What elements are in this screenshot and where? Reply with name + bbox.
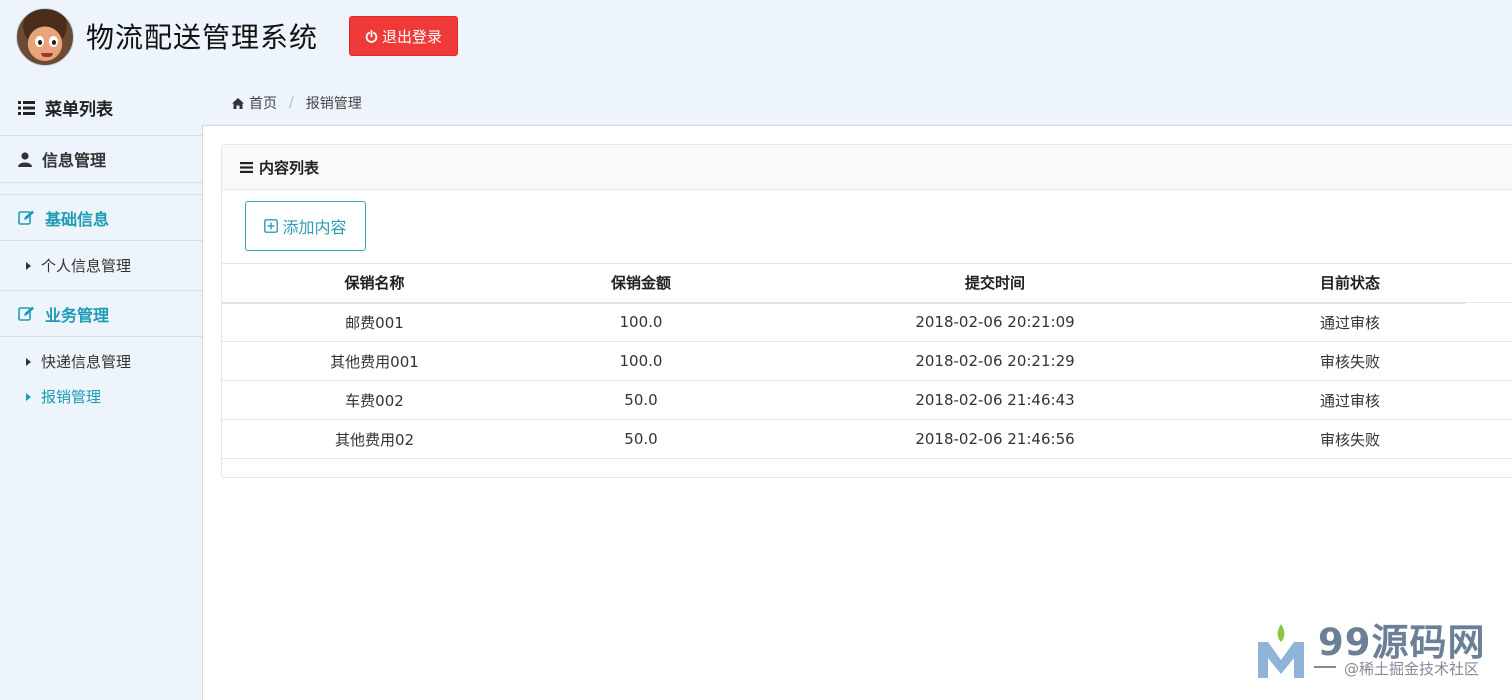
- sidebar-sub-label: 报销管理: [41, 388, 102, 406]
- user-icon: [18, 151, 32, 167]
- app-title: 物流配送管理系统: [86, 21, 319, 54]
- breadcrumb: 首页 / 报销管理: [232, 93, 362, 113]
- cell-status: 审核失败: [1235, 419, 1465, 459]
- panel-header: 内容列表: [222, 145, 1512, 190]
- sidebar-section-label: 基础信息: [45, 209, 110, 229]
- cell-spacer: [1465, 419, 1512, 459]
- column-header-time: 提交时间: [755, 263, 1235, 304]
- cell-status: 通过审核: [1235, 302, 1465, 342]
- sidebar-item-personal-info[interactable]: 个人信息管理: [0, 248, 202, 283]
- column-header-spacer: [1465, 263, 1512, 303]
- cell-amount: 50.0: [527, 419, 755, 459]
- sidebar-item-label: 信息管理: [42, 151, 107, 170]
- sidebar-sub-label: 快递信息管理: [41, 353, 132, 371]
- logout-label: 退出登录: [381, 27, 442, 46]
- business-submenu: 快递信息管理 报销管理: [0, 337, 202, 421]
- reimbursement-table: 保销名称 保销金额 提交时间 目前状态 邮费001 100.0 2018-02-…: [222, 263, 1512, 459]
- bars-icon: [240, 161, 253, 173]
- plus-square-icon: [264, 219, 279, 233]
- caret-right-icon: [26, 261, 31, 270]
- cell-time: 2018-02-06 20:21:29: [755, 341, 1235, 381]
- watermark-line: [1314, 666, 1336, 668]
- breadcrumb-home[interactable]: 首页: [249, 93, 277, 113]
- cell-time: 2018-02-06 21:46:43: [755, 380, 1235, 420]
- sidebar-section-basic-info[interactable]: 基础信息: [0, 195, 202, 241]
- watermark-logo-icon: [1258, 624, 1304, 678]
- cell-spacer: [1465, 341, 1512, 381]
- cell-spacer: [1465, 380, 1512, 420]
- sidebar-item-info-mgmt[interactable]: 信息管理: [0, 136, 202, 183]
- edit-icon: [18, 210, 34, 225]
- cell-name: 其他费用001: [222, 341, 527, 381]
- table-header-row: 保销名称 保销金额 提交时间 目前状态: [222, 263, 1512, 304]
- breadcrumb-current: 报销管理: [305, 96, 362, 112]
- cell-name: 车费002: [222, 380, 527, 420]
- cell-amount: 100.0: [527, 341, 755, 381]
- column-header-amount: 保销金额: [527, 263, 755, 304]
- logout-button[interactable]: 退出登录: [349, 16, 458, 56]
- cell-amount: 100.0: [527, 302, 755, 342]
- table-row: 邮费001 100.0 2018-02-06 20:21:09 通过审核: [222, 302, 1512, 342]
- sidebar-heading: 菜单列表: [0, 80, 202, 136]
- list-icon: [18, 100, 35, 115]
- column-header-name: 保销名称: [222, 263, 527, 304]
- sidebar-section-label: 业务管理: [45, 305, 110, 325]
- add-content-label: 添加内容: [282, 220, 347, 237]
- cell-amount: 50.0: [527, 380, 755, 420]
- table-row: 其他费用02 50.0 2018-02-06 21:46:56 审核失败: [222, 419, 1512, 459]
- breadcrumb-separator: /: [289, 95, 294, 111]
- cell-name: 邮费001: [222, 302, 527, 342]
- power-icon: [365, 29, 378, 43]
- sidebar: 菜单列表 信息管理 基础信息 个人信息管理 业务管理 快递信息管理 报销管理: [0, 80, 202, 700]
- cell-status: 审核失败: [1235, 341, 1465, 381]
- table-row: 车费002 50.0 2018-02-06 21:46:43 通过审核: [222, 380, 1512, 420]
- basic-info-submenu: 个人信息管理: [0, 241, 202, 291]
- watermark-subtext: @稀土掘金技术社区: [1344, 660, 1480, 678]
- caret-right-icon: [26, 392, 31, 401]
- panel-title: 内容列表: [259, 158, 320, 177]
- edit-icon: [18, 306, 34, 321]
- sidebar-sub-label: 个人信息管理: [41, 257, 132, 275]
- top-header: 物流配送管理系统 退出登录: [0, 0, 1512, 78]
- sidebar-heading-label: 菜单列表: [45, 100, 113, 120]
- content-panel: 内容列表 添加内容 保销名称 保销金额 提交时间 目前状态 邮费001 100.…: [221, 144, 1512, 478]
- cell-time: 2018-02-06 21:46:56: [755, 419, 1235, 459]
- caret-right-icon: [26, 357, 31, 366]
- cell-name: 其他费用02: [222, 419, 527, 459]
- add-content-button[interactable]: 添加内容: [245, 201, 366, 251]
- sidebar-section-business[interactable]: 业务管理: [0, 291, 202, 337]
- column-header-status: 目前状态: [1235, 263, 1465, 304]
- sidebar-item-reimbursement[interactable]: 报销管理: [0, 379, 202, 414]
- table-row: 其他费用001 100.0 2018-02-06 20:21:29 审核失败: [222, 341, 1512, 381]
- sidebar-divider: [0, 183, 202, 195]
- watermark: 99源码网 @稀土掘金技术社区: [1256, 608, 1506, 688]
- sidebar-item-express-info[interactable]: 快递信息管理: [0, 344, 202, 379]
- home-icon: [232, 97, 244, 109]
- cell-time: 2018-02-06 20:21:09: [755, 302, 1235, 342]
- cell-status: 通过审核: [1235, 380, 1465, 420]
- avatar: [16, 8, 74, 66]
- cell-spacer: [1465, 302, 1512, 342]
